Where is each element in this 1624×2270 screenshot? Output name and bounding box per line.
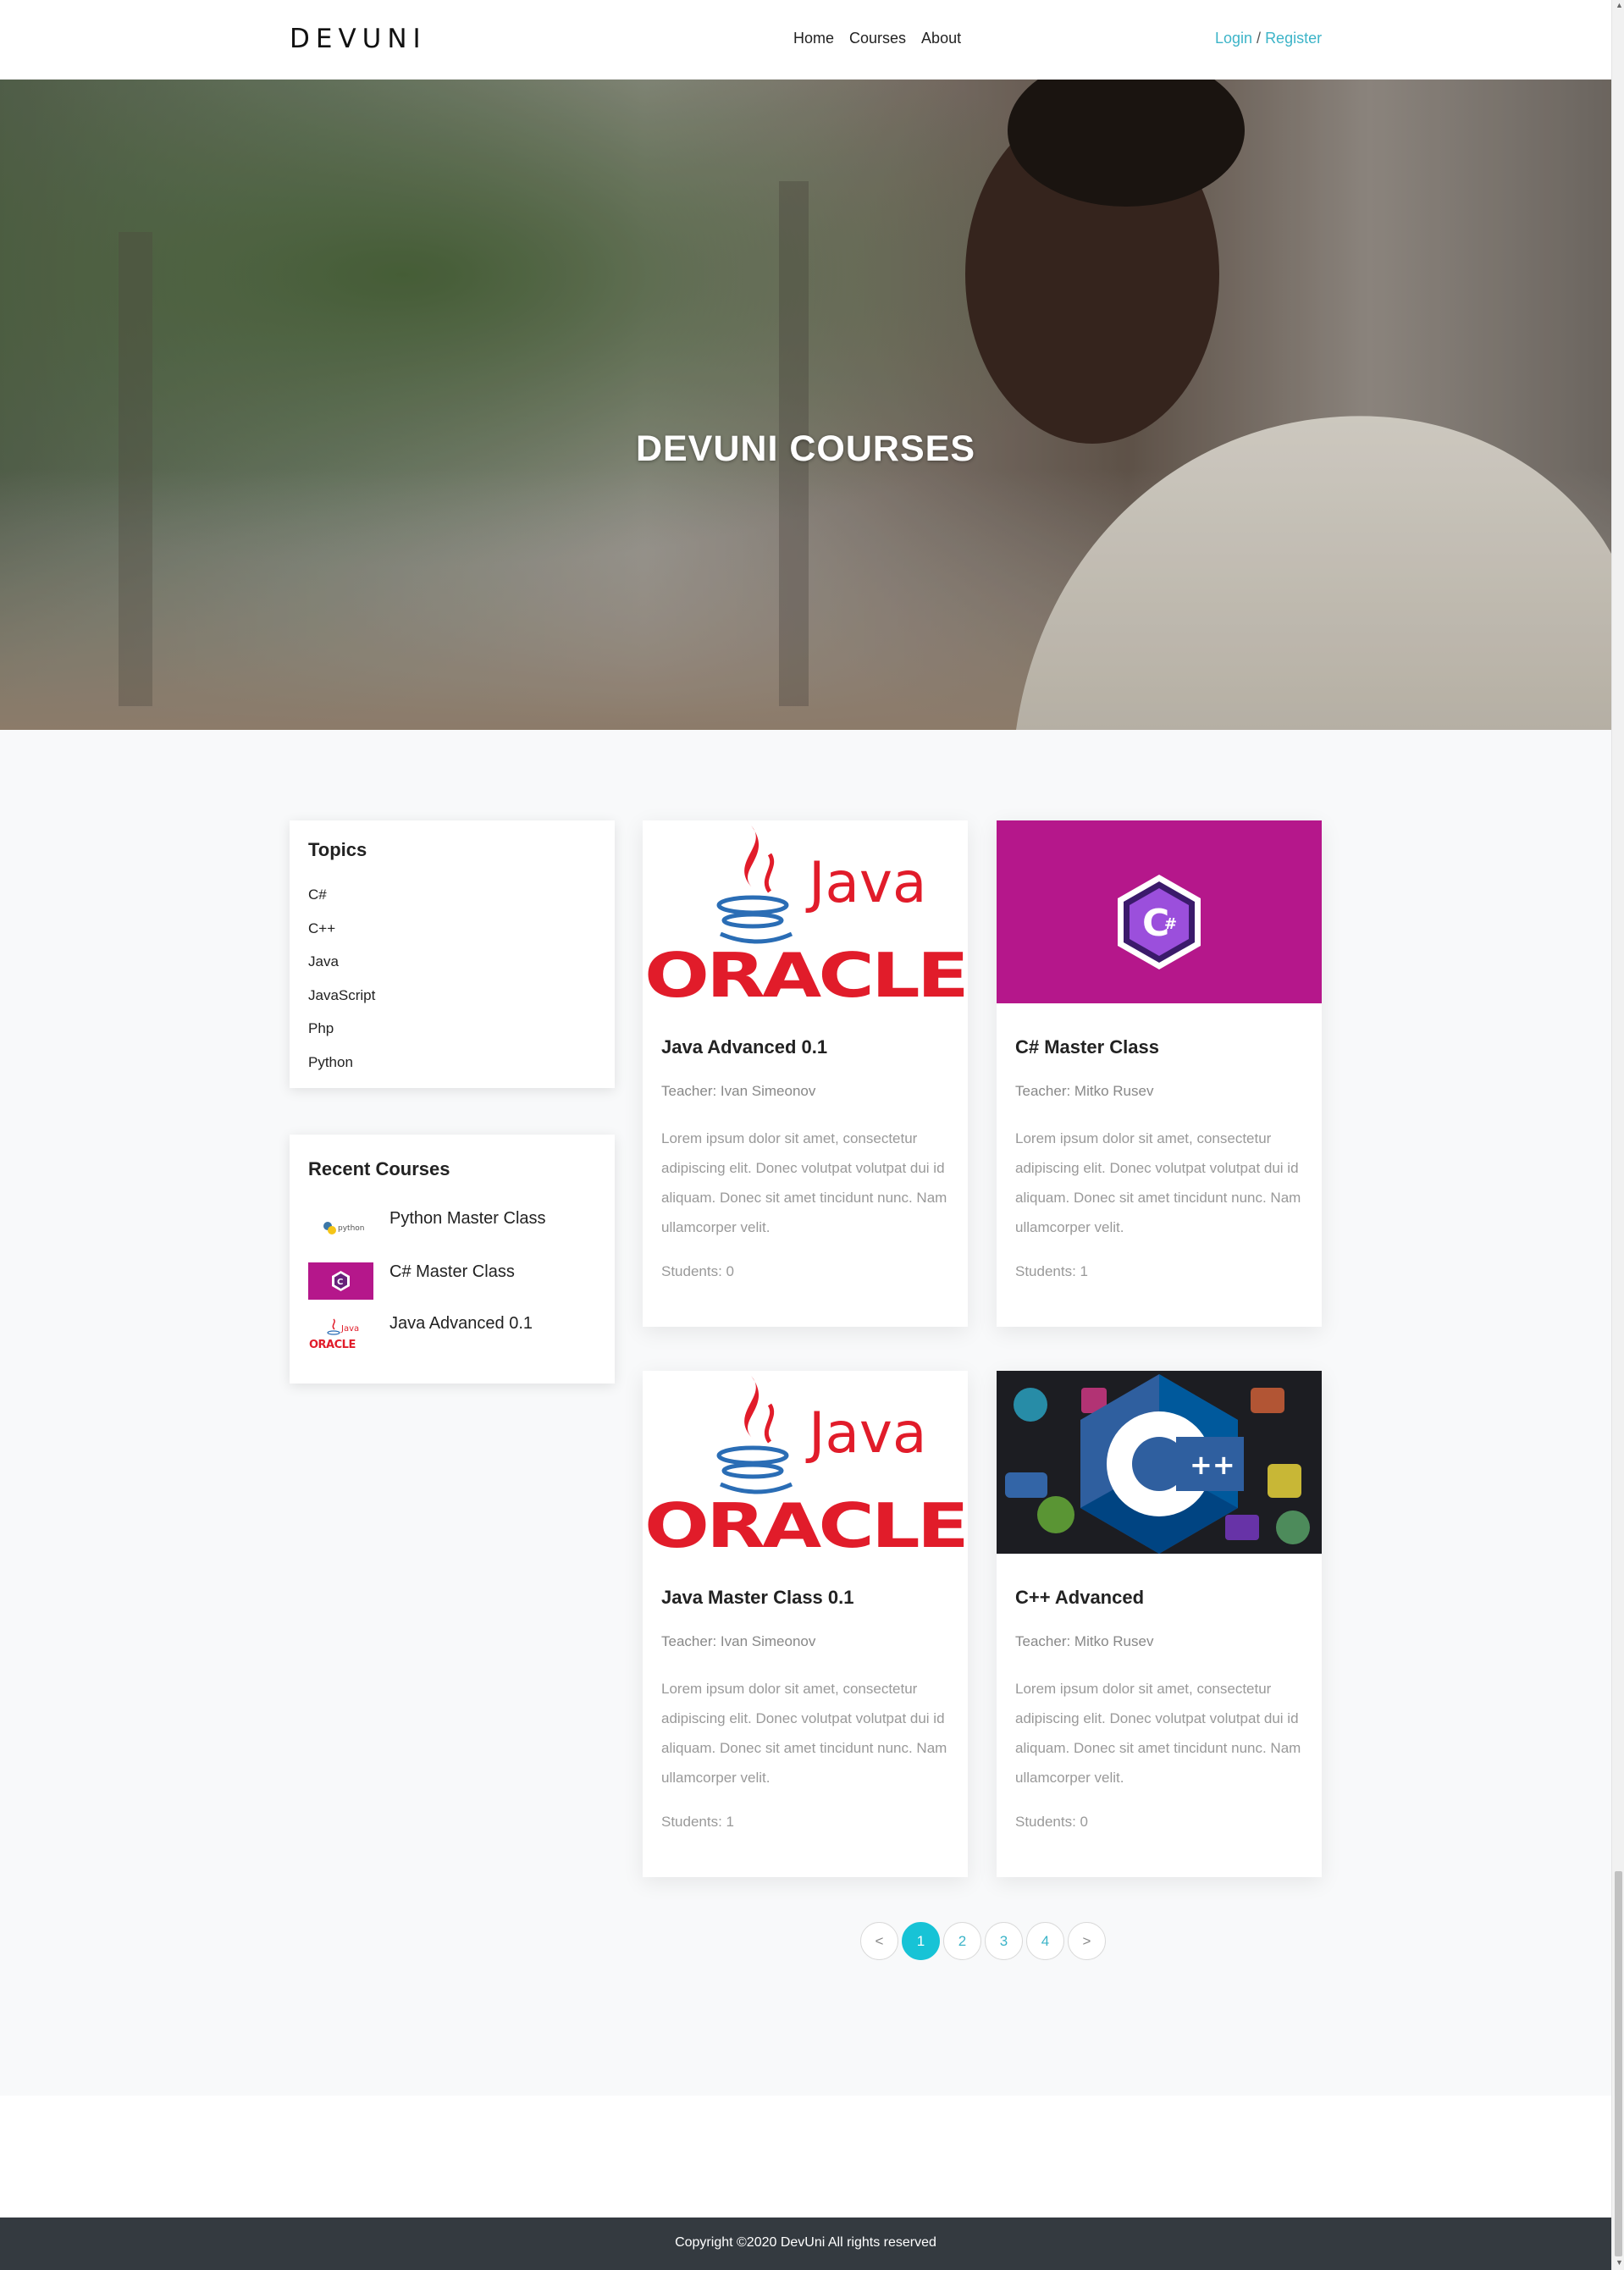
recent-courses-card: Recent Courses python Python Master Clas…: [290, 1135, 615, 1384]
course-teacher: Teacher: Ivan Simeonov: [661, 1633, 816, 1649]
pagination-page-1[interactable]: 1: [902, 1922, 940, 1960]
pagination: < 1 2 3 4 >: [860, 1922, 1106, 1960]
course-description: Lorem ipsum dolor sit amet, consectetur …: [661, 1130, 947, 1235]
python-logo-icon: python: [308, 1209, 373, 1246]
topic-item-php[interactable]: Php: [308, 1020, 375, 1054]
footer-spacer: [0, 2096, 1611, 2218]
csharp-logo-icon: C: [308, 1262, 373, 1300]
topic-item-cpp[interactable]: C++: [308, 920, 375, 954]
page-scrollbar[interactable]: ▲ ▼: [1611, 0, 1624, 2270]
svg-text:C: C: [337, 1278, 343, 1287]
course-title[interactable]: C++ Advanced: [1015, 1587, 1144, 1609]
login-link[interactable]: Login: [1215, 30, 1252, 47]
brand-logo[interactable]: DEVUNI: [290, 24, 427, 54]
svg-text:Java: Java: [805, 850, 926, 915]
hero-title: DEVUNI COURSES: [635, 428, 976, 469]
navbar: DEVUNI Home Courses About Login / Regist…: [0, 0, 1611, 80]
course-card[interactable]: Java ORACLE Java Master Class 0.1 Teache…: [643, 1371, 968, 1877]
svg-text:ORACLE: ORACLE: [644, 940, 966, 1003]
scroll-up-arrow-icon[interactable]: ▲: [1616, 2, 1623, 9]
main-nav: Home Courses About: [793, 30, 961, 47]
auth-links: Login / Register: [1215, 30, 1322, 47]
topic-item-python[interactable]: Python: [308, 1054, 375, 1088]
course-card[interactable]: ++ C++ Advanced Teacher: Mitko Rusev Lor…: [997, 1371, 1322, 1877]
svg-text:ORACLE: ORACLE: [309, 1339, 356, 1351]
register-link[interactable]: Register: [1265, 30, 1322, 47]
scroll-down-arrow-icon[interactable]: ▼: [1616, 2259, 1623, 2267]
recent-course-item[interactable]: C C# Master Class: [308, 1262, 600, 1300]
pagination-page-2[interactable]: 2: [943, 1922, 981, 1960]
topics-card: Topics C# C++ Java JavaScript Php Python: [290, 820, 615, 1088]
auth-separator: /: [1252, 30, 1266, 47]
course-description: Lorem ipsum dolor sit amet, consectetur …: [1015, 1681, 1301, 1786]
course-description: Lorem ipsum dolor sit amet, consectetur …: [1015, 1130, 1301, 1235]
pagination-page-3[interactable]: 3: [985, 1922, 1023, 1960]
nav-link-courses[interactable]: Courses: [849, 30, 906, 47]
scrollbar-thumb[interactable]: [1615, 1871, 1622, 2256]
course-title[interactable]: C# Master Class: [1015, 1036, 1159, 1058]
course-students: Students: 0: [1015, 1814, 1089, 1830]
recent-courses-title: Recent Courses: [308, 1158, 450, 1179]
course-teacher: Teacher: Mitko Rusev: [1015, 1633, 1154, 1649]
java-oracle-logo-icon: Java ORACLE: [308, 1314, 373, 1351]
nav-link-home[interactable]: Home: [793, 30, 834, 47]
topic-item-csharp[interactable]: C#: [308, 886, 375, 920]
svg-text:Java: Java: [805, 1400, 926, 1466]
svg-text:ORACLE: ORACLE: [644, 1490, 966, 1554]
course-card[interactable]: C # C# Master Class Teacher: Mitko Rusev…: [997, 820, 1322, 1327]
recent-course-label: Python Master Class: [389, 1209, 546, 1228]
hero-banner: DEVUNI COURSES: [0, 80, 1611, 730]
topic-item-javascript[interactable]: JavaScript: [308, 987, 375, 1021]
java-oracle-logo-icon: Java ORACLE: [643, 820, 968, 1003]
topic-item-java[interactable]: Java: [308, 953, 375, 987]
java-oracle-logo-icon: Java ORACLE: [643, 1371, 968, 1554]
svg-text:#: #: [1164, 915, 1177, 933]
course-students: Students: 0: [661, 1263, 735, 1279]
course-students: Students: 1: [1015, 1263, 1089, 1279]
recent-course-item[interactable]: Java ORACLE Java Advanced 0.1: [308, 1314, 600, 1351]
course-title[interactable]: Java Master Class 0.1: [661, 1587, 854, 1609]
hero-overlay: [0, 80, 1611, 730]
recent-course-item[interactable]: python Python Master Class: [308, 1209, 600, 1246]
csharp-logo-icon: C #: [997, 820, 1322, 1003]
pagination-next-button[interactable]: >: [1068, 1922, 1106, 1960]
pagination-page-4[interactable]: 4: [1026, 1922, 1064, 1960]
footer: Copyright ©2020 DevUni All rights reserv…: [0, 2218, 1611, 2270]
svg-text:++: ++: [1190, 1449, 1235, 1481]
recent-course-label: C# Master Class: [389, 1262, 515, 1281]
course-teacher: Teacher: Ivan Simeonov: [661, 1083, 816, 1099]
cpp-logo-icon: ++: [997, 1371, 1322, 1554]
course-title[interactable]: Java Advanced 0.1: [661, 1036, 827, 1058]
course-card[interactable]: Java ORACLE Java Advanced 0.1 Teacher: I…: [643, 820, 968, 1327]
copyright-text: Copyright ©2020 DevUni All rights reserv…: [675, 2235, 936, 2250]
topic-list: C# C++ Java JavaScript Php Python: [308, 886, 375, 1087]
topics-title: Topics: [308, 839, 367, 860]
course-description: Lorem ipsum dolor sit amet, consectetur …: [661, 1681, 947, 1786]
course-students: Students: 1: [661, 1814, 735, 1830]
svg-text:Java: Java: [340, 1324, 359, 1334]
pagination-prev-button[interactable]: <: [860, 1922, 898, 1960]
recent-course-label: Java Advanced 0.1: [389, 1314, 533, 1333]
svg-text:python: python: [338, 1224, 364, 1233]
course-teacher: Teacher: Mitko Rusev: [1015, 1083, 1154, 1099]
nav-link-about[interactable]: About: [921, 30, 961, 47]
